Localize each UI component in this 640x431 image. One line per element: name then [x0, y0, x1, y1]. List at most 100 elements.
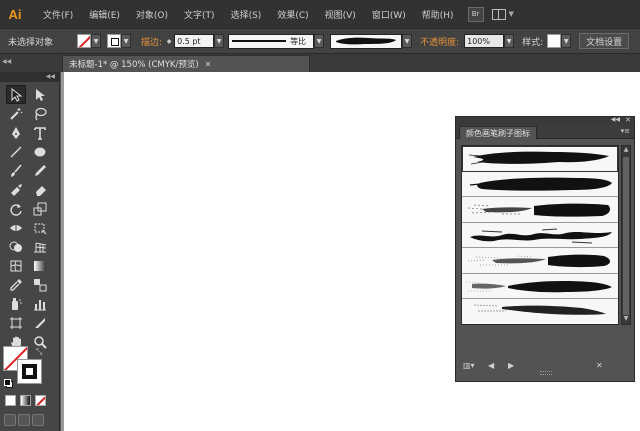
document-tab[interactable]: 未标题-1* @ 150% (CMYK/预览) ✕ — [62, 55, 310, 72]
rotate-tool[interactable] — [6, 199, 26, 218]
scroll-up-icon[interactable]: ▲ — [622, 146, 630, 155]
chevron-down-icon: ▼ — [508, 10, 514, 18]
stroke-profile-label: 等比 — [290, 36, 307, 46]
scroll-thumb[interactable] — [623, 157, 629, 315]
menu-window[interactable]: 窗口(W) — [364, 8, 414, 21]
opacity-field[interactable]: 100% — [464, 34, 505, 48]
draw-normal-button[interactable] — [4, 414, 16, 426]
scroll-down-icon[interactable]: ▼ — [622, 315, 630, 324]
brush-preview — [336, 37, 397, 45]
menu-edit[interactable]: 编辑(E) — [81, 8, 128, 21]
none-mode-button[interactable] — [35, 395, 46, 406]
variable-width-profile[interactable]: 等比 — [228, 33, 315, 49]
default-colors-icon[interactable] — [4, 379, 13, 388]
illustrator-window: Ai 文件(F) 编辑(E) 对象(O) 文字(T) 选择(S) 效果(C) 视… — [0, 0, 640, 431]
brush-stroke-preview — [465, 280, 612, 292]
paintbrush-tool[interactable] — [6, 161, 26, 180]
symbol-sprayer-tool[interactable] — [6, 294, 26, 313]
selection-tool[interactable] — [6, 85, 26, 104]
shape-builder-tool[interactable] — [6, 237, 26, 256]
fill-dropdown[interactable]: ▼ — [91, 34, 102, 48]
brush-dropdown[interactable]: ▼ — [402, 34, 413, 48]
document-setup-button[interactable]: 文档设置 — [579, 33, 630, 49]
scale-tool[interactable] — [30, 199, 50, 218]
next-library-icon[interactable]: ▶ — [508, 361, 514, 370]
panel-menu-icon[interactable]: ▾≡ — [621, 127, 630, 135]
collapse-panel-icon[interactable]: ◀◀ — [611, 116, 620, 123]
close-icon[interactable]: ✕ — [205, 60, 212, 69]
stroke-label[interactable]: 描边: — [141, 35, 162, 48]
panel-title-strip[interactable]: ◀◀ ✕ — [456, 116, 634, 125]
canvas-edge — [61, 72, 64, 431]
gradient-tool[interactable] — [30, 256, 50, 275]
blend-tool[interactable] — [30, 275, 50, 294]
eraser-tool[interactable] — [30, 180, 50, 199]
bridge-button[interactable]: Br — [467, 6, 484, 22]
swap-icon[interactable]: ⤡ — [36, 347, 42, 357]
opacity-dropdown[interactable]: ▼ — [504, 34, 515, 48]
tools-panel-header[interactable]: ◀◀ — [0, 72, 59, 82]
selection-status: 未选择对象 — [8, 37, 54, 48]
free-transform-tool[interactable] — [30, 218, 50, 237]
menu-type[interactable]: 文字(T) — [176, 8, 223, 21]
color-mode-button[interactable] — [5, 395, 16, 406]
workspace-switcher[interactable]: ▼ — [491, 8, 514, 20]
magic-wand-tool[interactable] — [6, 104, 26, 123]
menu-view[interactable]: 视图(V) — [317, 8, 364, 21]
brush-library-tab[interactable]: 颜色画笔刷子图标 — [459, 126, 537, 139]
brush-definition[interactable] — [330, 33, 403, 49]
mesh-tool[interactable] — [6, 256, 26, 275]
brush-item[interactable] — [462, 274, 618, 299]
stroke-weight-stepper[interactable]: ◆ — [164, 34, 174, 48]
brush-library-menu-icon[interactable]: ▥▾ — [463, 361, 475, 370]
brush-list-scrollbar[interactable]: ▲ ▼ — [621, 145, 631, 325]
opacity-label[interactable]: 不透明度: — [420, 35, 459, 48]
brush-item[interactable] — [462, 223, 618, 248]
brush-item[interactable] — [462, 172, 618, 197]
eyedropper-tool[interactable] — [6, 275, 26, 294]
column-graph-tool[interactable] — [30, 294, 50, 313]
fill-swatch[interactable] — [77, 34, 92, 48]
width-tool[interactable] — [6, 218, 26, 237]
artboard-tool[interactable] — [6, 313, 26, 332]
pencil-tool[interactable] — [30, 161, 50, 180]
remove-brush-icon[interactable]: ✕ — [596, 361, 603, 370]
blob-brush-tool[interactable] — [6, 180, 26, 199]
stroke-dropdown[interactable]: ▼ — [121, 34, 132, 48]
stroke-color-box[interactable] — [17, 359, 42, 384]
draw-behind-button[interactable] — [18, 414, 30, 426]
pen-tool[interactable] — [6, 123, 26, 142]
brush-item[interactable] — [462, 146, 618, 172]
type-tool[interactable] — [30, 123, 50, 142]
stroke-weight-field[interactable]: 0.5 pt — [174, 34, 215, 48]
collapse-icon[interactable]: ◀◀ — [2, 58, 11, 65]
direct-selection-tool[interactable] — [30, 85, 50, 104]
graphic-style-swatch[interactable] — [547, 34, 562, 48]
brush-item[interactable] — [462, 299, 618, 324]
previous-library-icon[interactable]: ◀ — [488, 361, 494, 370]
brush-stroke-preview — [473, 304, 606, 315]
panel-resize-grip[interactable] — [540, 371, 552, 375]
stroke-swatch[interactable] — [107, 34, 122, 48]
menu-select[interactable]: 选择(S) — [223, 8, 270, 21]
close-panel-icon[interactable]: ✕ — [625, 116, 631, 124]
lasso-tool[interactable] — [30, 104, 50, 123]
menu-effect[interactable]: 效果(C) — [269, 8, 316, 21]
menu-object[interactable]: 对象(O) — [128, 8, 176, 21]
line-tool[interactable] — [6, 142, 26, 161]
brush-list — [461, 145, 619, 325]
brush-item[interactable] — [462, 197, 618, 223]
stroke-weight-dropdown[interactable]: ▼ — [214, 34, 225, 48]
perspective-grid-tool[interactable] — [30, 237, 50, 256]
brush-stroke-preview — [467, 254, 610, 268]
profile-dropdown[interactable]: ▼ — [314, 34, 325, 48]
ellipse-tool[interactable] — [30, 142, 50, 161]
screen-mode-button[interactable] — [32, 414, 44, 426]
menu-file[interactable]: 文件(F) — [35, 8, 81, 21]
slice-tool[interactable] — [30, 313, 50, 332]
style-dropdown[interactable]: ▼ — [561, 34, 572, 48]
menu-help[interactable]: 帮助(H) — [414, 8, 462, 21]
gradient-mode-button[interactable] — [20, 395, 31, 406]
control-bar: 未选择对象 ▼ ▼ 描边: ◆ 0.5 pt ▼ 等比 ▼ ▼ 不透明度: 10… — [0, 28, 640, 54]
brush-item[interactable] — [462, 248, 618, 274]
